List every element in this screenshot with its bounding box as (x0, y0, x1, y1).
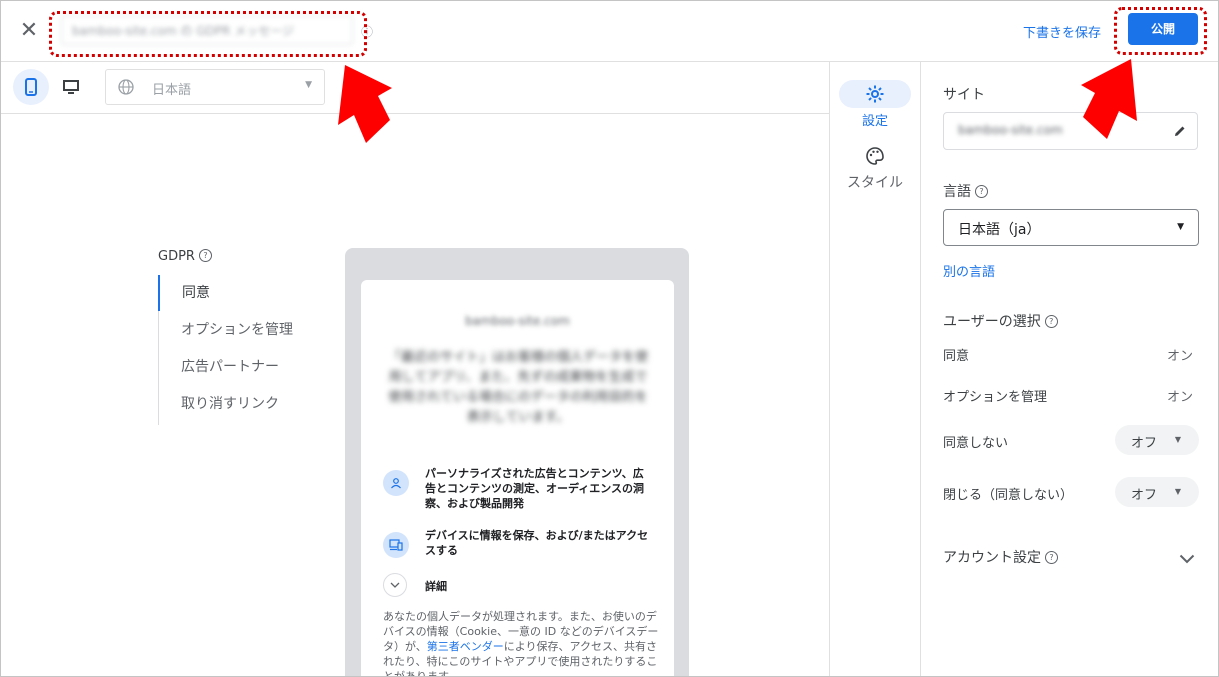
option-label: オプションを管理 (943, 390, 1048, 405)
close-icon[interactable]: ✕ (15, 17, 43, 45)
title-highlight-box (49, 11, 367, 57)
editor-side-nav: 設定 スタイル (829, 62, 921, 676)
dropdown-value: オフ (1131, 436, 1158, 451)
do-not-consent-dropdown[interactable]: オフ ▼ (1115, 425, 1199, 455)
preview-language-value: 日本語 (152, 83, 192, 98)
preview-toolbar: 日本語 ▼ (1, 62, 829, 114)
chevron-down-icon[interactable] (1179, 549, 1195, 568)
mobile-preview-button[interactable] (13, 69, 49, 105)
chevron-down-icon: ▼ (1174, 487, 1181, 496)
nav-item-ad-partners[interactable]: 広告パートナー (159, 349, 309, 385)
save-draft-button[interactable]: 下書きを保存 (1023, 22, 1101, 41)
help-icon: ? (198, 249, 212, 262)
help-icon: ? (975, 185, 988, 198)
third-party-vendors-link[interactable]: 第三者ベンダー (427, 640, 504, 653)
dropdown-value: オフ (1131, 488, 1158, 503)
language-dropdown-value: 日本語（ja） (958, 222, 1041, 238)
annotation-arrow (338, 65, 392, 143)
edit-icon[interactable] (1173, 123, 1187, 142)
site-value: bamboo-site.com (958, 123, 1063, 137)
section-title-text: GDPR (158, 249, 195, 264)
preview-language-select[interactable]: 日本語 ▼ (105, 69, 325, 105)
devices-icon (383, 532, 409, 558)
mobile-preview-frame: bamboo-site.com 「最近のサイト」はお客様の個人データを使用してア… (345, 248, 689, 676)
desktop-preview-button[interactable] (53, 69, 89, 105)
settings-tab[interactable] (839, 80, 911, 108)
consent-message-card: bamboo-site.com 「最近のサイト」はお客様の個人データを使用してア… (361, 280, 674, 676)
option-row-do-not-consent: 同意しない オフ ▼ (943, 425, 1199, 455)
details-label: 詳細 (425, 580, 447, 593)
help-icon: ? (1044, 315, 1058, 328)
nav-item-manage-options[interactable]: オプションを管理 (159, 312, 309, 348)
chevron-down-icon: ▼ (1177, 222, 1184, 232)
chevron-down-icon (383, 573, 407, 597)
settings-tab-label[interactable]: 設定 (830, 110, 920, 129)
option-row-consent: 同意 オン (943, 338, 1199, 368)
account-settings-label[interactable]: アカウント設定? (943, 547, 1058, 567)
language-dropdown[interactable]: 日本語（ja） ▼ (943, 209, 1199, 246)
option-value: オン (1166, 390, 1193, 405)
annotation-arrow (1081, 59, 1137, 139)
gear-icon (866, 85, 884, 103)
nav-item-revocation-link[interactable]: 取り消すリンク (159, 386, 309, 422)
message-type-nav: 同意 オプションを管理 広告パートナー 取り消すリンク (158, 275, 309, 425)
monitor-icon (63, 80, 79, 94)
palette-icon[interactable] (865, 146, 885, 170)
close-dropdown[interactable]: オフ ▼ (1115, 477, 1199, 507)
style-tab-label[interactable]: スタイル (830, 172, 920, 192)
account-settings-label-text: アカウント設定 (943, 550, 1041, 566)
app-window: ✕ bamboo-site.com の GDPR メッセージ ⓘ 下書きを保存 … (0, 0, 1219, 677)
language-label-text: 言語 (943, 184, 971, 200)
add-language-link[interactable]: 別の言語 (943, 261, 995, 280)
smartphone-icon (25, 78, 37, 96)
site-label: サイト (943, 87, 985, 103)
language-label: 言語? (943, 181, 988, 201)
option-row-manage-options: オプションを管理 オン (943, 379, 1199, 409)
chevron-down-icon: ▼ (1174, 435, 1181, 444)
purpose-text: パーソナライズされた広告とコンテンツ、広告とコンテンツの測定、オーディエンスの洞… (425, 467, 645, 510)
option-row-close: 閉じる（同意しない） オフ ▼ (943, 477, 1199, 507)
person-icon (383, 470, 409, 496)
user-choice-label-text: ユーザーの選択 (943, 314, 1041, 330)
globe-icon (118, 79, 134, 95)
consent-message-text: 「最近のサイト」はお客様の個人データを使用してアプリ、また、先ずの成果物を生成で… (387, 350, 648, 425)
consent-body-text: あなたの個人データが処理されます。また、お使いのデバイスの情報（Cookie、一… (383, 609, 659, 676)
nav-item-consent[interactable]: 同意 (158, 275, 308, 311)
site-domain: bamboo-site.com (465, 314, 570, 328)
option-label: 同意 (943, 349, 970, 364)
user-choice-label: ユーザーの選択? (943, 311, 1058, 331)
publish-highlight-box (1114, 7, 1207, 55)
help-icon: ? (1045, 551, 1058, 564)
option-label: 閉じる（同意しない） (943, 488, 1074, 503)
purpose-text: デバイスに情報を保存、および/またはアクセスする (425, 529, 649, 557)
option-value: オン (1166, 349, 1193, 364)
section-title: GDPR? (158, 249, 212, 264)
option-label: 同意しない (943, 436, 1009, 451)
